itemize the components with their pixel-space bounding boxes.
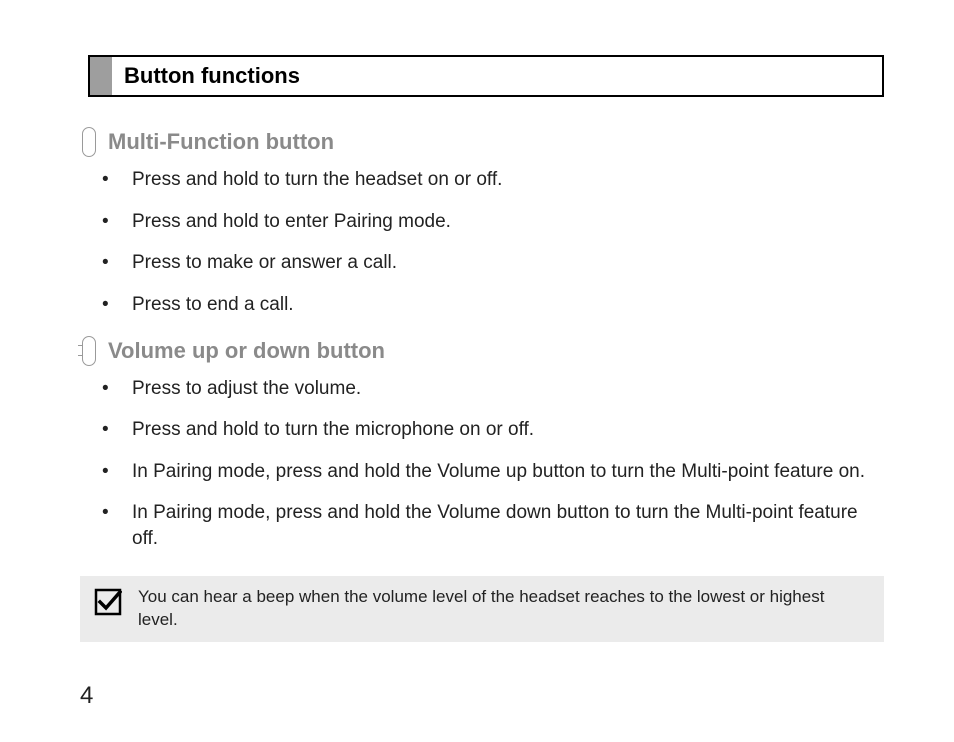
- page-title: Button functions: [112, 57, 882, 95]
- bullet-list: Press to adjust the volume. Press and ho…: [80, 376, 884, 552]
- checkmark-icon: [94, 588, 122, 616]
- bullet-item: Press and hold to enter Pairing mode.: [80, 209, 884, 235]
- pill-button-icon: [82, 127, 96, 157]
- note-callout: You can hear a beep when the volume leve…: [80, 576, 884, 642]
- page-number: 4: [80, 682, 93, 710]
- bullet-item: In Pairing mode, press and hold the Volu…: [80, 459, 884, 485]
- volume-button-icon: [82, 336, 96, 366]
- bullet-item: In Pairing mode, press and hold the Volu…: [80, 500, 884, 551]
- section-heading-row: Multi-Function button: [80, 127, 884, 157]
- section-heading: Volume up or down button: [108, 338, 385, 364]
- bullet-item: Press to make or answer a call.: [80, 250, 884, 276]
- bullet-list: Press and hold to turn the headset on or…: [80, 167, 884, 318]
- manual-page: Button functions Multi-Function button P…: [0, 0, 954, 742]
- note-text: You can hear a beep when the volume leve…: [138, 586, 868, 632]
- title-accent: [90, 57, 112, 95]
- section-multi-function: Multi-Function button Press and hold to …: [80, 127, 884, 318]
- bullet-item: Press to end a call.: [80, 292, 884, 318]
- bullet-item: Press and hold to turn the microphone on…: [80, 417, 884, 443]
- section-title-bar: Button functions: [88, 55, 884, 97]
- bullet-item: Press and hold to turn the headset on or…: [80, 167, 884, 193]
- bullet-item: Press to adjust the volume.: [80, 376, 884, 402]
- section-heading-row: Volume up or down button: [80, 336, 884, 366]
- section-volume: Volume up or down button Press to adjust…: [80, 336, 884, 552]
- section-heading: Multi-Function button: [108, 129, 334, 155]
